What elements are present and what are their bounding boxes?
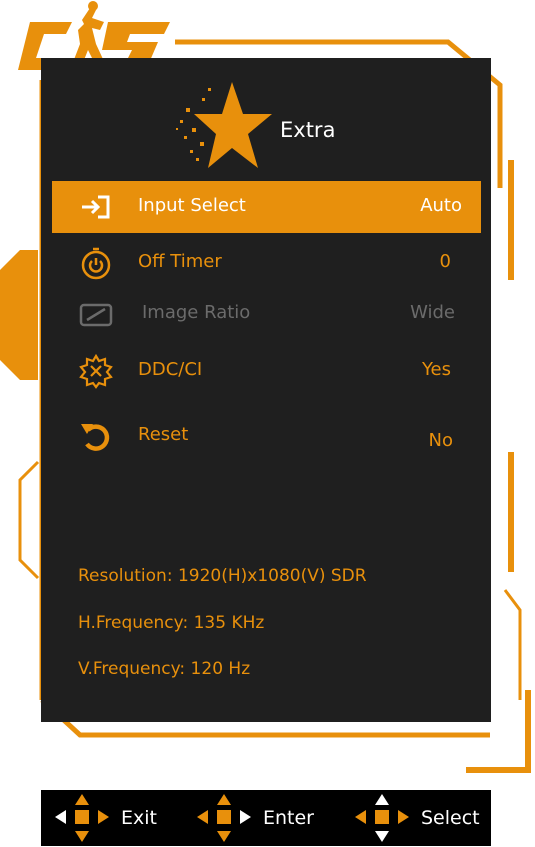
- ddc-gear-icon: [79, 353, 113, 389]
- exit-hint[interactable]: Exit: [51, 790, 157, 846]
- enter-hint[interactable]: Enter: [193, 790, 314, 846]
- h-frequency-info: H.Frequency: 135 KHz: [78, 613, 265, 633]
- footer-select-label: Select: [421, 807, 480, 829]
- menu-item-value: 0: [439, 251, 451, 272]
- input-arrow-icon: [82, 195, 110, 219]
- timer-icon: [81, 247, 111, 280]
- v-frequency-info: V.Frequency: 120 Hz: [78, 659, 251, 679]
- menu-item-value: Auto: [420, 195, 462, 216]
- menu-item-ddc-ci[interactable]: DDC/CI Yes: [52, 345, 481, 397]
- dpad-updown-icon: [355, 794, 409, 842]
- star-icon: [176, 82, 272, 168]
- aspect-ratio-icon: [79, 303, 113, 327]
- menu-item-label: DDC/CI: [138, 359, 203, 380]
- select-hint[interactable]: Select: [351, 790, 480, 846]
- menu-item-label: Off Timer: [138, 251, 222, 272]
- menu-item-value: No: [428, 430, 453, 451]
- menu-item-label: Reset: [138, 424, 189, 445]
- dpad-right-icon: [197, 794, 251, 842]
- menu-item-image-ratio[interactable]: Image Ratio Wide: [52, 288, 481, 340]
- menu-item-label: Input Select: [138, 195, 246, 216]
- reset-icon: [81, 424, 110, 451]
- dpad-left-icon: [55, 794, 109, 842]
- menu-item-input-select[interactable]: Input Select Auto: [52, 181, 481, 233]
- menu-item-label: Image Ratio: [142, 302, 251, 323]
- menu-item-value: Wide: [410, 302, 455, 323]
- footer-enter-label: Enter: [263, 807, 314, 829]
- resolution-info: Resolution: 1920(H)x1080(V) SDR: [78, 566, 367, 586]
- footer-exit-label: Exit: [121, 807, 157, 829]
- menu-item-reset[interactable]: Reset No: [52, 410, 481, 462]
- menu-item-value: Yes: [421, 359, 451, 380]
- footer-bar: Exit Enter Select: [41, 790, 491, 846]
- page-title: Extra: [280, 118, 336, 142]
- menu-item-off-timer[interactable]: Off Timer 0: [52, 237, 481, 289]
